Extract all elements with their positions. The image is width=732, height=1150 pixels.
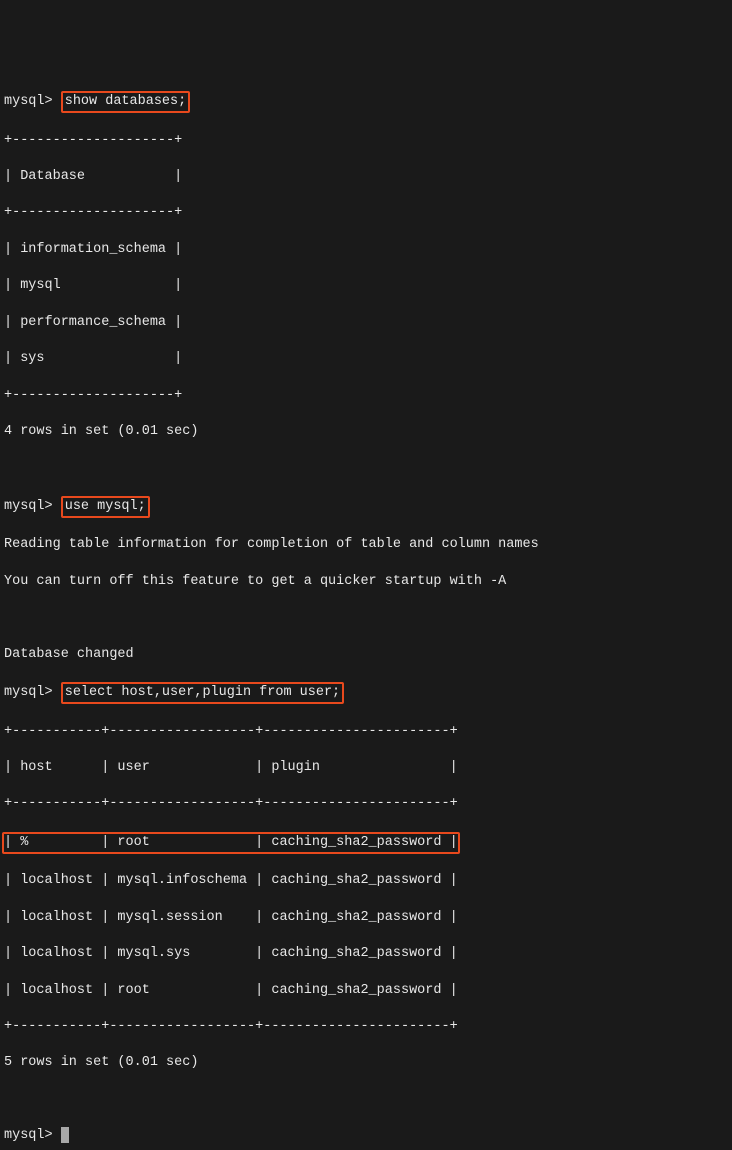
user-table-row: | localhost | root | caching_sha2_passwo… <box>4 982 728 1000</box>
user-table-row: | localhost | mysql.sys | caching_sha2_p… <box>4 945 728 963</box>
db-table-border: +--------------------+ <box>4 387 728 405</box>
mysql-prompt: mysql> <box>4 499 53 514</box>
mysql-prompt: mysql> <box>4 685 53 700</box>
prompt-line-1: mysql> show databases; <box>4 91 728 113</box>
db-table-header: | Database | <box>4 168 728 186</box>
user-table-header: | host | user | plugin | <box>4 759 728 777</box>
highlight-cmd-show-databases: show databases; <box>61 91 191 113</box>
user-table-row: | localhost | mysql.infoschema | caching… <box>4 872 728 890</box>
mysql-prompt: mysql> <box>4 94 53 109</box>
db-table-border: +--------------------+ <box>4 204 728 222</box>
db-table-row: | performance_schema | <box>4 314 728 332</box>
blank-line <box>4 609 728 627</box>
user-rows-footer: 5 rows in set (0.01 sec) <box>4 1054 728 1072</box>
user-table-row: | localhost | mysql.session | caching_sh… <box>4 909 728 927</box>
prompt-line-cursor[interactable]: mysql> <box>4 1127 728 1145</box>
blank-line <box>4 1091 728 1109</box>
highlight-user-row-percent-root: | % | root | caching_sha2_password | <box>2 832 460 854</box>
db-table-row: | information_schema | <box>4 241 728 259</box>
mysql-prompt: mysql> <box>4 1128 53 1143</box>
database-changed: Database changed <box>4 646 728 664</box>
highlight-cmd-use-mysql: use mysql; <box>61 496 150 518</box>
use-msg-1: Reading table information for completion… <box>4 536 728 554</box>
user-table-border: +-----------+------------------+--------… <box>4 723 728 741</box>
user-table-border: +-----------+------------------+--------… <box>4 1018 728 1036</box>
terminal-cursor[interactable] <box>61 1127 69 1143</box>
db-table-row: | mysql | <box>4 277 728 295</box>
highlight-cmd-select-user: select host,user,plugin from user; <box>61 682 344 704</box>
user-table-border: +-----------+------------------+--------… <box>4 795 728 813</box>
user-table-row-highlight-wrapper: | % | root | caching_sha2_password | <box>4 832 728 854</box>
prompt-line-3: mysql> select host,user,plugin from user… <box>4 682 728 704</box>
db-table-row: | sys | <box>4 350 728 368</box>
use-msg-2: You can turn off this feature to get a q… <box>4 573 728 591</box>
db-table-border: +--------------------+ <box>4 132 728 150</box>
db-rows-footer: 4 rows in set (0.01 sec) <box>4 423 728 441</box>
prompt-line-2: mysql> use mysql; <box>4 496 728 518</box>
blank-line <box>4 459 728 477</box>
terminal[interactable]: mysql> show databases; +----------------… <box>0 73 732 1150</box>
